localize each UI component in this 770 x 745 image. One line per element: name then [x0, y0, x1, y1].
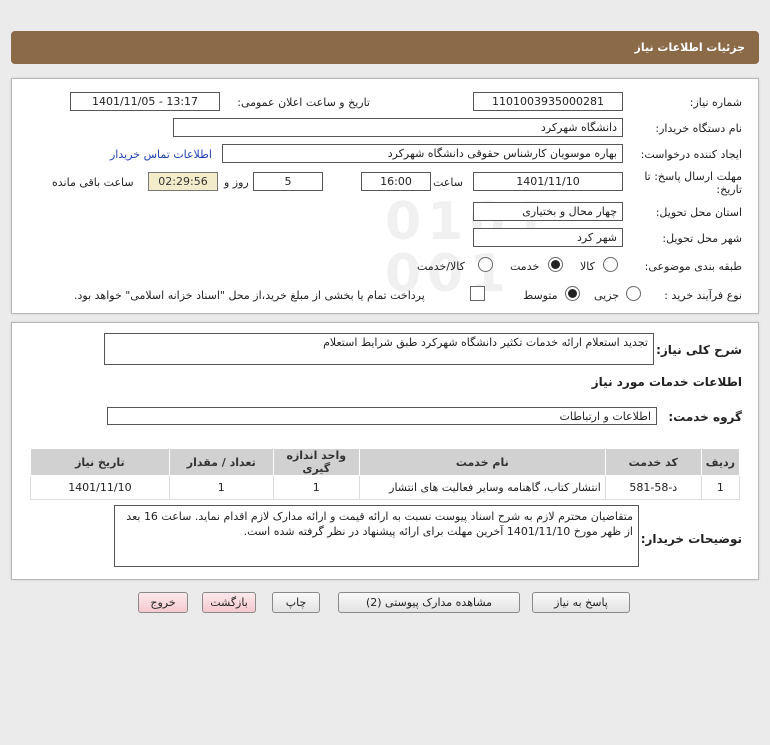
table-header-row: ردیف کد خدمت نام خدمت واحد اندازه گیری ت…	[30, 448, 741, 476]
services-section-title: اطلاعات خدمات مورد نیاز	[591, 375, 742, 389]
process-minor-radio[interactable]	[626, 286, 641, 301]
announce-datetime-label: تاریخ و ساعت اعلان عمومی:	[237, 96, 370, 109]
days-label: روز و	[224, 176, 249, 189]
city-field: شهر کرد	[473, 228, 623, 247]
buyer-notes-label: توضیحات خریدار:	[640, 532, 742, 546]
cell-unit: 1	[272, 475, 360, 500]
province-label: استان محل تحویل:	[655, 206, 742, 219]
buyer-org-label: نام دستگاه خریدار:	[655, 122, 742, 135]
back-button[interactable]: بازگشت	[202, 592, 256, 613]
requester-field: بهاره موسویان کارشناس حقوقی دانشگاه شهرک…	[222, 144, 623, 163]
services-table: ردیف کد خدمت نام خدمت واحد اندازه گیری ت…	[30, 448, 741, 500]
buyer-notes-field: متقاضیان محترم لازم به شرح اسناد پیوست ن…	[114, 505, 639, 567]
view-attachments-button[interactable]: مشاهده مدارک پیوستی (2)	[338, 592, 520, 613]
requester-label: ایجاد کننده درخواست:	[640, 148, 742, 161]
deadline-label: مهلت ارسال پاسخ: تا	[644, 170, 742, 183]
purchase-process-label: نوع فرآیند خرید :	[664, 289, 742, 302]
category-service-label: خدمت	[510, 260, 540, 273]
buyer-org-field: دانشگاه شهرکرد	[173, 118, 623, 137]
deadline-time-field: 16:00	[361, 172, 431, 191]
need-info-panel	[11, 78, 759, 314]
col-header-unit: واحد اندازه گیری	[272, 448, 360, 476]
summary-label: شرح کلی نیاز:	[656, 343, 742, 357]
table-row: 1 د-58-581 انتشار کتاب، گاهنامه وسایر فع…	[30, 475, 741, 500]
category-service-radio[interactable]	[548, 257, 563, 272]
cell-need-date: 1401/11/10	[30, 475, 170, 500]
service-group-label: گروه خدمت:	[668, 410, 742, 424]
city-label: شهر محل تحویل:	[662, 232, 742, 245]
remaining-timer: 02:29:56	[148, 172, 218, 191]
summary-field: تجدید استعلام ارائه خدمات تکثیر دانشگاه …	[104, 333, 654, 365]
exit-button[interactable]: خروج	[138, 592, 188, 613]
announce-datetime-field: 1401/11/05 - 13:17	[70, 92, 220, 111]
cell-row-number: 1	[700, 475, 741, 500]
days-remaining-field: 5	[253, 172, 323, 191]
deadline-label-date: تاریخ:	[716, 183, 742, 196]
buyer-contact-link[interactable]: اطلاعات تماس خریدار	[110, 148, 212, 161]
process-medium-label: متوسط	[523, 289, 558, 302]
service-group-field: اطلاعات و ارتباطات	[107, 407, 657, 425]
process-medium-radio[interactable]	[565, 286, 580, 301]
col-header-row-number: ردیف	[700, 448, 741, 476]
category-goods-service-label: کالا/خدمت	[417, 260, 465, 273]
col-header-need-date: تاریخ نیاز	[30, 448, 170, 476]
category-label: طبقه بندی موضوعی:	[644, 260, 742, 273]
col-header-service-code: کد خدمت	[604, 448, 702, 476]
deadline-date-field: 1401/11/10	[473, 172, 623, 191]
need-number-label: شماره نیاز:	[689, 96, 742, 109]
remaining-label: ساعت باقی مانده	[52, 176, 134, 189]
page-header: جزئیات اطلاعات نیاز	[11, 31, 759, 64]
process-minor-label: جزیی	[594, 289, 620, 302]
print-button[interactable]: چاپ	[272, 592, 320, 613]
cell-service-code: د-58-581	[604, 475, 702, 500]
province-field: چهار محال و بختیاری	[473, 202, 623, 221]
need-number-field: 1101003935000281	[473, 92, 623, 111]
col-header-service-name: نام خدمت	[358, 448, 606, 476]
category-goods-radio[interactable]	[603, 257, 618, 272]
category-goods-service-radio[interactable]	[478, 257, 493, 272]
col-header-quantity: تعداد / مقدار	[168, 448, 274, 476]
reply-button[interactable]: پاسخ به نیاز	[532, 592, 630, 613]
treasury-checkbox[interactable]	[470, 286, 485, 301]
cell-quantity: 1	[168, 475, 274, 500]
cell-service-name: انتشار کتاب، گاهنامه وسایر فعالیت های ان…	[358, 475, 606, 500]
category-goods-label: کالا	[580, 260, 595, 273]
page-title: جزئیات اطلاعات نیاز	[634, 41, 746, 54]
treasury-note: پرداخت تمام یا بخشی از مبلغ خرید،از محل …	[74, 289, 425, 302]
deadline-time-label: ساعت	[433, 176, 463, 189]
